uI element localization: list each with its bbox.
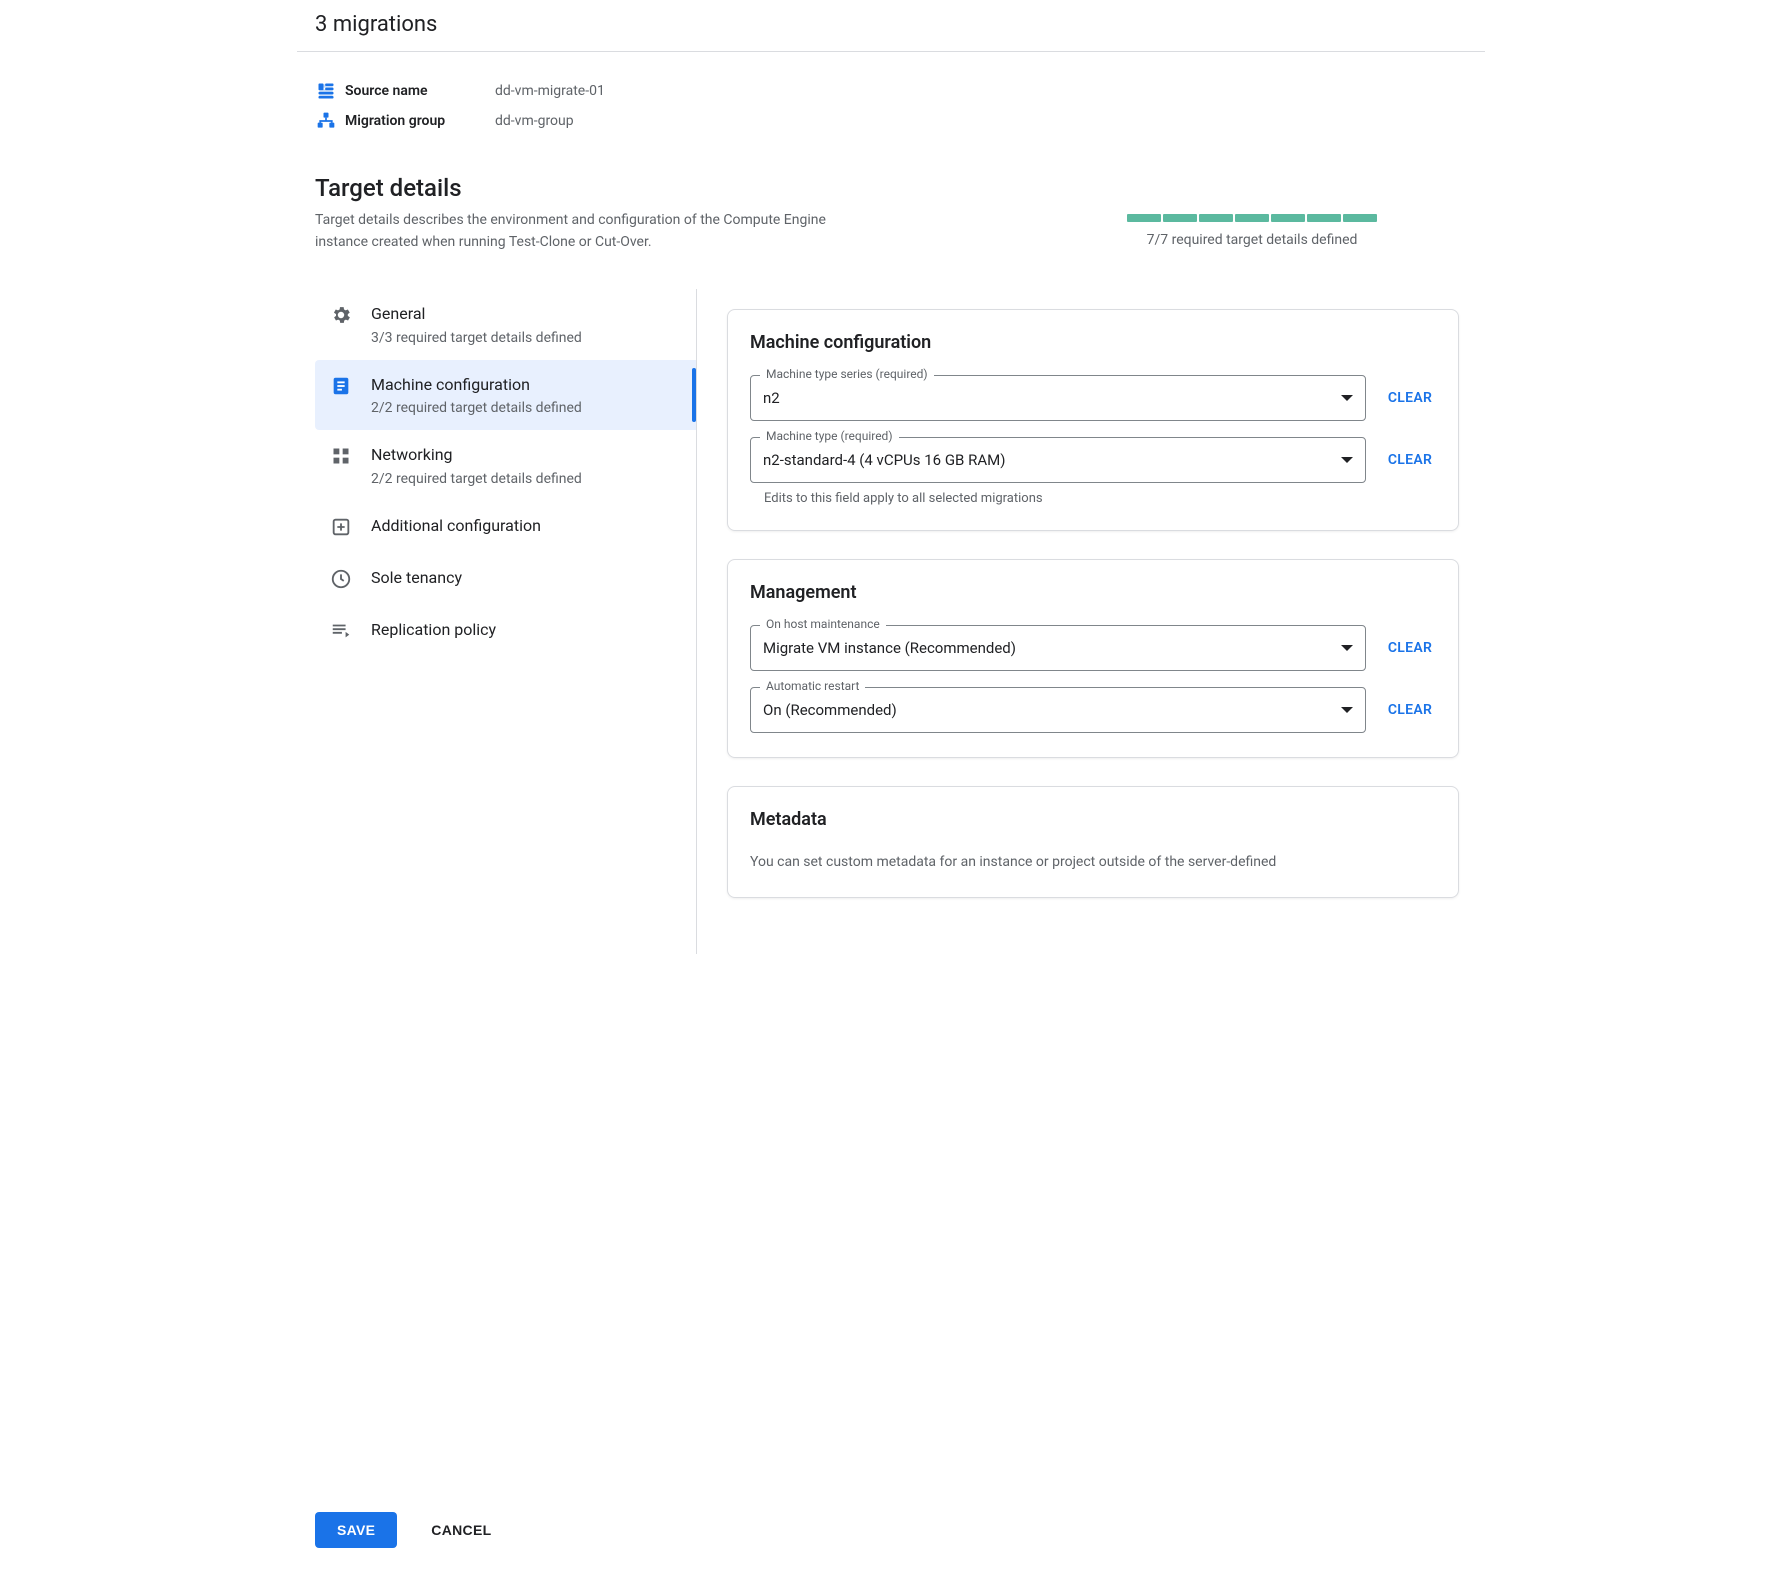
progress-bar: [1127, 214, 1377, 222]
card-title: Metadata: [750, 809, 1436, 830]
chevron-down-icon: [1341, 707, 1353, 713]
migration-group-value: dd-vm-group: [495, 113, 574, 129]
nav-item-general[interactable]: General 3/3 required target details defi…: [315, 289, 696, 359]
section-description: Target details describes the environment…: [315, 210, 835, 253]
field-value: Migrate VM instance (Recommended): [763, 639, 1341, 657]
grid-icon: [329, 444, 353, 468]
section-title: Target details: [297, 174, 1485, 202]
source-name-label: Source name: [345, 83, 495, 99]
field-value: n2-standard-4 (4 vCPUs 16 GB RAM): [763, 451, 1341, 469]
save-button[interactable]: SAVE: [315, 1512, 397, 1548]
clear-button[interactable]: CLEAR: [1384, 390, 1436, 406]
nav-label: Replication policy: [371, 619, 496, 641]
clear-button[interactable]: CLEAR: [1384, 640, 1436, 656]
chevron-down-icon: [1341, 645, 1353, 651]
document-icon: [329, 374, 353, 398]
progress-text: 7/7 required target details defined: [1127, 232, 1377, 248]
field-helper: Edits to this field apply to all selecte…: [764, 491, 1436, 506]
nav-label: Machine configuration: [371, 374, 582, 396]
migration-group-label: Migration group: [345, 113, 495, 129]
policy-icon: [329, 619, 353, 643]
nav-item-sole-tenancy[interactable]: Sole tenancy: [315, 553, 696, 605]
machine-type-select[interactable]: n2-standard-4 (4 vCPUs 16 GB RAM): [750, 437, 1366, 483]
cancel-button[interactable]: CANCEL: [425, 1521, 497, 1539]
nav-item-replication-policy[interactable]: Replication policy: [315, 605, 696, 657]
nav-label: General: [371, 303, 582, 325]
clear-button[interactable]: CLEAR: [1384, 702, 1436, 718]
gear-icon: [329, 303, 353, 327]
source-icon: [315, 80, 337, 102]
nav-label: Additional configuration: [371, 515, 541, 537]
add-box-icon: [329, 515, 353, 539]
clear-button[interactable]: CLEAR: [1384, 452, 1436, 468]
nav-sub: 2/2 required target details defined: [371, 471, 582, 487]
nav-item-networking[interactable]: Networking 2/2 required target details d…: [315, 430, 696, 500]
page-title: 3 migrations: [315, 12, 1467, 37]
card-machine-configuration: Machine configuration Machine type serie…: [727, 309, 1459, 531]
clock-icon: [329, 567, 353, 591]
nav-label: Networking: [371, 444, 582, 466]
card-management: Management On host maintenance Migrate V…: [727, 559, 1459, 758]
field-legend: Machine type series (required): [760, 367, 934, 381]
machine-type-series-select[interactable]: n2: [750, 375, 1366, 421]
nav-item-additional-configuration[interactable]: Additional configuration: [315, 501, 696, 553]
group-icon: [315, 110, 337, 132]
field-legend: Machine type (required): [760, 429, 899, 443]
nav-item-machine-configuration[interactable]: Machine configuration 2/2 required targe…: [315, 360, 696, 430]
host-maintenance-select[interactable]: Migrate VM instance (Recommended): [750, 625, 1366, 671]
nav-sub: 2/2 required target details defined: [371, 400, 582, 416]
chevron-down-icon: [1341, 395, 1353, 401]
card-description: You can set custom metadata for an insta…: [750, 852, 1436, 873]
card-metadata: Metadata You can set custom metadata for…: [727, 786, 1459, 898]
field-legend: On host maintenance: [760, 617, 886, 631]
field-legend: Automatic restart: [760, 679, 865, 693]
migration-group-row: Migration group dd-vm-group: [315, 106, 1467, 136]
field-value: n2: [763, 389, 1341, 407]
chevron-down-icon: [1341, 457, 1353, 463]
card-title: Machine configuration: [750, 332, 1436, 353]
field-value: On (Recommended): [763, 701, 1341, 719]
source-name-row: Source name dd-vm-migrate-01: [315, 76, 1467, 106]
automatic-restart-select[interactable]: On (Recommended): [750, 687, 1366, 733]
nav-sub: 3/3 required target details defined: [371, 330, 582, 346]
nav-label: Sole tenancy: [371, 567, 462, 589]
card-title: Management: [750, 582, 1436, 603]
source-name-value: dd-vm-migrate-01: [495, 83, 605, 99]
